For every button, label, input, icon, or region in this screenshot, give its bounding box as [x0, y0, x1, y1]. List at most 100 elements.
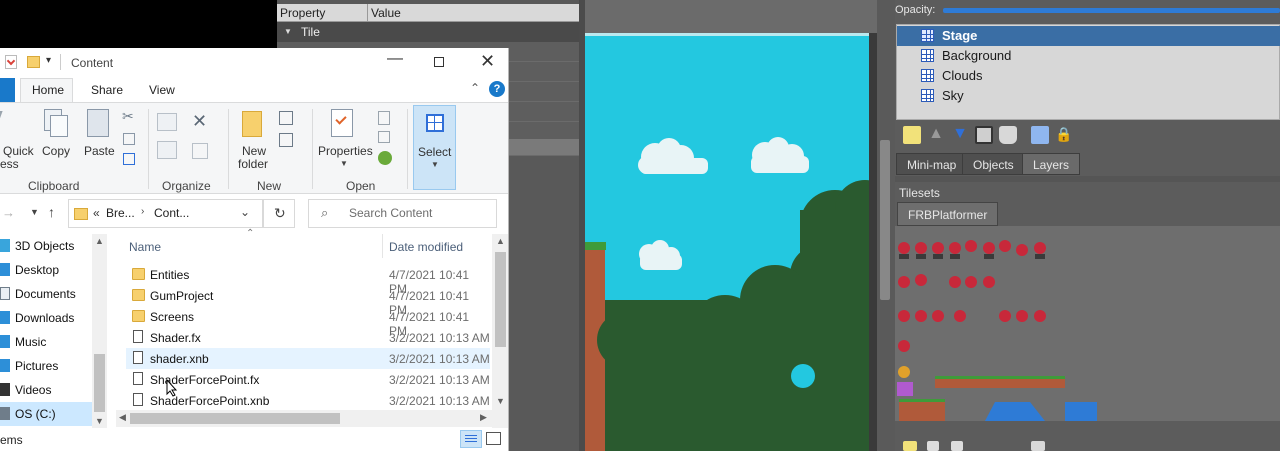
remove-tileset-icon[interactable] — [1031, 441, 1045, 451]
properties-qa-icon[interactable] — [5, 55, 17, 69]
help-icon[interactable]: ? — [489, 81, 505, 97]
tab-share[interactable]: Share — [91, 83, 123, 97]
new-tileset-icon[interactable] — [903, 441, 917, 451]
history-icon[interactable] — [378, 151, 392, 165]
quick-access-label-2[interactable]: ess — [0, 158, 19, 171]
property-column-header[interactable]: Property — [280, 6, 325, 20]
toggle-visibility-icon[interactable] — [1031, 126, 1049, 144]
lower-layer-icon[interactable]: ▼ — [951, 126, 969, 144]
scrollbar-thumb[interactable] — [880, 140, 890, 300]
details-view-icon[interactable] — [460, 430, 482, 448]
nav-item-videos[interactable]: Videos — [0, 378, 95, 402]
breadcrumb-chevron-icon[interactable]: › — [141, 206, 144, 217]
scroll-left-icon[interactable]: ◀ — [119, 412, 126, 423]
tab-view[interactable]: View — [149, 83, 175, 97]
nav-item-3d-objects[interactable]: 3D Objects — [0, 234, 95, 258]
tab-layers[interactable]: Layers — [1022, 153, 1081, 175]
nav-pane-scrollbar[interactable]: ▲ ▼ — [92, 234, 107, 430]
nav-item-documents[interactable]: Documents — [0, 282, 95, 306]
move-to-icon[interactable] — [157, 113, 177, 131]
maximize-icon[interactable] — [434, 57, 444, 67]
copy-button[interactable]: Copy — [42, 145, 70, 158]
select-button[interactable]: Select ▼ — [413, 105, 456, 190]
tile-property-group[interactable]: ▼ Tile — [277, 22, 579, 42]
copy-path-icon[interactable] — [123, 133, 135, 145]
delete-icon[interactable]: ✕ — [192, 111, 207, 132]
scrollbar-thumb[interactable] — [495, 252, 506, 347]
layer-item-sky[interactable]: Sky — [897, 86, 1280, 106]
easy-access-icon[interactable] — [279, 133, 293, 147]
paste-shortcut-icon[interactable] — [123, 153, 135, 165]
new-layer-icon[interactable] — [903, 126, 921, 144]
scroll-up-icon[interactable]: ▲ — [496, 236, 505, 246]
scroll-down-icon[interactable]: ▼ — [496, 396, 505, 406]
tab-objects[interactable]: Objects — [962, 153, 1025, 175]
breadcrumb-segment[interactable]: Bre... — [106, 206, 135, 220]
layer-item-stage[interactable]: Stage — [897, 26, 1280, 46]
search-box[interactable]: ⌕ Search Content — [308, 199, 497, 228]
tileset-sprites[interactable] — [895, 226, 1280, 421]
panel-splitter[interactable] — [895, 176, 1280, 182]
file-row-shader-fx[interactable]: Shader.fx 3/2/2021 10:13 AM — [126, 327, 490, 348]
nav-item-downloads[interactable]: Downloads — [0, 306, 95, 330]
properties-button[interactable]: Properties — [318, 145, 373, 158]
copy-to-icon[interactable] — [157, 141, 177, 159]
rename-icon[interactable] — [192, 143, 208, 159]
file-list-hscroll[interactable]: ◀ ▶ — [116, 410, 492, 427]
qa-customize-icon[interactable]: ▾ — [46, 55, 51, 66]
map-canvas[interactable] — [585, 0, 877, 451]
file-row-shaderforcepoint-xnb[interactable]: ShaderForcePoint.xnb 3/2/2021 10:13 AM — [126, 390, 490, 411]
breadcrumb-segment[interactable]: Cont... — [154, 206, 189, 220]
layer-item-clouds[interactable]: Clouds — [897, 66, 1280, 86]
breadcrumb-overflow[interactable]: « — [93, 206, 100, 220]
export-tileset-icon[interactable] — [951, 441, 963, 451]
new-item-icon[interactable] — [279, 111, 293, 125]
collapse-arrow-icon[interactable]: ▼ — [284, 27, 292, 36]
import-tileset-icon[interactable] — [927, 441, 939, 451]
map-vertical-scrollbar[interactable] — [877, 0, 895, 451]
scroll-up-icon[interactable]: ▲ — [95, 236, 104, 246]
file-row-entities[interactable]: Entities 4/7/2021 10:41 PM — [126, 264, 490, 296]
file-row-shader-xnb[interactable]: shader.xnb 3/2/2021 10:13 AM — [126, 348, 490, 369]
duplicate-layer-icon[interactable] — [975, 126, 993, 144]
tileset-tab-frbplatformer[interactable]: FRBPlatformer — [897, 202, 999, 226]
file-row-shaderforcepoint-fx[interactable]: ShaderForcePoint.fx 3/2/2021 10:13 AM — [126, 369, 490, 390]
value-column-header[interactable]: Value — [371, 6, 401, 20]
address-dropdown-icon[interactable]: ⌄ — [240, 205, 250, 219]
nav-item-music[interactable]: Music — [0, 330, 95, 354]
title-bar[interactable]: ▾ Content — ✕ — [0, 48, 508, 78]
nav-item-desktop[interactable]: Desktop — [0, 258, 95, 282]
edit-icon[interactable] — [378, 131, 390, 143]
lock-layer-icon[interactable]: 🔒 — [1055, 126, 1073, 144]
scrollbar-thumb[interactable] — [94, 354, 105, 412]
large-icons-view-icon[interactable] — [486, 432, 501, 445]
file-row-gumproject[interactable]: GumProject 4/7/2021 10:41 PM — [126, 285, 490, 317]
refresh-button[interactable]: ↻ — [263, 199, 295, 228]
collapse-ribbon-icon[interactable]: ⌃ — [470, 81, 480, 95]
file-tab[interactable] — [0, 78, 15, 102]
layer-item-background[interactable]: Background — [897, 46, 1280, 66]
name-column-header[interactable]: Name — [129, 240, 161, 254]
new-folder-icon[interactable] — [242, 111, 262, 137]
date-column-header[interactable]: Date modified — [389, 240, 463, 254]
paste-button[interactable]: Paste — [84, 145, 115, 158]
properties-icon[interactable] — [331, 109, 353, 137]
scroll-right-icon[interactable]: ▶ — [480, 412, 487, 423]
address-bar[interactable]: « Bre... › Cont... ⌄ — [68, 199, 263, 228]
new-folder-qa-icon[interactable] — [27, 56, 40, 68]
tileset-hscroll[interactable] — [895, 421, 1280, 433]
up-icon[interactable]: ↑ — [48, 204, 55, 220]
pin-icon[interactable] — [0, 111, 14, 131]
opacity-slider[interactable] — [943, 8, 1280, 13]
nav-item-pictures[interactable]: Pictures — [0, 354, 95, 378]
delete-layer-icon[interactable] — [999, 126, 1017, 144]
open-icon[interactable] — [378, 111, 390, 125]
tileset-view[interactable] — [895, 226, 1280, 421]
scrollbar-thumb[interactable] — [130, 413, 340, 424]
scroll-down-icon[interactable]: ▼ — [95, 416, 104, 426]
close-icon[interactable]: ✕ — [480, 51, 495, 72]
level-map[interactable] — [585, 0, 877, 451]
nav-item-os-c[interactable]: OS (C:) — [0, 402, 95, 426]
minimize-icon[interactable]: — — [387, 50, 403, 68]
file-list-vscroll[interactable]: ▲ ▼ — [492, 234, 508, 430]
